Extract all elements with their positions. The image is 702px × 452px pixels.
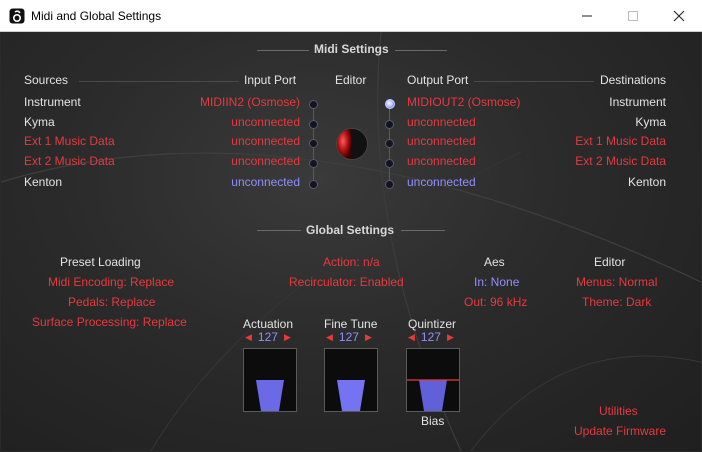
output-connector-3[interactable] [385,139,394,148]
output-port-kenton[interactable]: unconnected [407,175,476,189]
output-port-instrument[interactable]: MIDIOUT2 (Osmose) [407,95,520,109]
window-title: Midi and Global Settings [31,9,162,23]
output-connector-5[interactable] [385,180,394,189]
input-connector-4[interactable] [309,159,318,168]
input-connector-2[interactable] [309,120,318,129]
global-settings-heading: Global Settings [306,223,395,237]
quintizer-label: Quintizer [408,317,457,331]
output-port-kyma[interactable]: unconnected [407,115,476,129]
aes-title: Aes [484,255,505,269]
quintizer-stepper[interactable]: ◀ 127 ▶ [408,330,454,344]
update-firmware-link[interactable]: Update Firmware [574,424,666,438]
increment-icon[interactable]: ▶ [365,332,372,343]
input-port-kenton[interactable]: unconnected [231,175,300,189]
editor-title: Editor [594,255,626,269]
input-port-header: Input Port [244,73,297,87]
fine-tune-slider[interactable] [324,348,378,412]
divider [395,50,447,51]
output-connector-2[interactable] [385,120,394,129]
minimize-button[interactable] [564,0,610,31]
destination-kenton: Kenton [627,175,666,189]
input-port-ext2[interactable]: unconnected [231,154,300,168]
input-port-instrument[interactable]: MIDIIN2 (Osmose) [200,95,300,109]
output-port-ext1[interactable]: unconnected [407,134,476,148]
input-connector-3[interactable] [309,139,318,148]
divider [257,50,309,51]
theme-setting[interactable]: Theme: Dark [582,295,651,309]
destinations-header: Destinations [599,73,666,87]
input-connector-1[interactable] [309,100,318,109]
output-port-header: Output Port [407,73,469,87]
actuation-slider[interactable] [243,348,297,412]
actuation-label: Actuation [243,317,294,331]
preset-loading-title: Preset Loading [60,255,141,269]
aes-in-setting[interactable]: In: None [474,275,519,289]
destination-ext2: Ext 2 Music Data [575,154,666,168]
recirculator-setting[interactable]: Recirculator: Enabled [289,275,404,289]
source-instrument: Instrument [24,95,81,109]
divider [401,230,445,231]
fine-tune-value: 127 [338,330,359,344]
bias-label: Bias [421,414,445,428]
output-connector-4[interactable] [385,159,394,168]
output-connector-1[interactable] [385,99,395,109]
editor-header: Editor [335,73,367,87]
source-ext2: Ext 2 Music Data [24,154,115,168]
input-connector-5[interactable] [309,180,318,189]
close-icon [673,10,685,21]
midi-settings-heading: Midi Settings [314,42,389,56]
destination-instrument: Instrument [609,95,666,109]
app-icon [9,8,25,24]
menus-setting[interactable]: Menus: Normal [576,275,657,289]
source-kyma: Kyma [24,115,55,129]
output-port-ext2[interactable]: unconnected [407,154,476,168]
actuation-value: 127 [257,330,278,344]
utilities-link[interactable]: Utilities [599,404,638,418]
source-kenton: Kenton [24,175,63,189]
fine-tune-label: Fine Tune [324,317,378,331]
aes-out-setting[interactable]: Out: 96 kHz [464,295,527,309]
action-setting[interactable]: Action: n/a [323,255,380,269]
quintizer-value: 127 [420,330,441,344]
destination-ext1: Ext 1 Music Data [575,134,666,148]
minimize-icon [582,15,592,16]
midi-encoding-setting[interactable]: Midi Encoding: Replace [48,275,174,289]
decrement-icon[interactable]: ◀ [326,332,333,343]
maximize-icon [628,10,638,21]
divider [474,81,594,82]
input-port-kyma[interactable]: unconnected [231,115,300,129]
title-bar: Midi and Global Settings [0,0,702,32]
source-ext1: Ext 1 Music Data [24,134,115,148]
close-button[interactable] [656,0,702,31]
increment-icon[interactable]: ▶ [284,332,291,343]
slider-fill [256,380,284,411]
surface-processing-setting[interactable]: Surface Processing: Replace [32,315,187,329]
settings-panel: Midi Settings Sources Input Port Editor … [1,32,701,451]
pedals-setting[interactable]: Pedals: Replace [68,295,155,309]
divider [79,81,239,82]
input-port-ext1[interactable]: unconnected [231,134,300,148]
editor-connection-knob[interactable] [335,127,369,161]
divider [257,230,301,231]
destination-kyma: Kyma [635,115,666,129]
decrement-icon[interactable]: ◀ [408,332,415,343]
quintizer-slider[interactable] [406,348,460,412]
actuation-stepper[interactable]: ◀ 127 ▶ [245,330,291,344]
slider-fill [337,380,365,411]
slider-fill [407,379,459,411]
fine-tune-stepper[interactable]: ◀ 127 ▶ [326,330,372,344]
increment-icon[interactable]: ▶ [447,332,454,343]
sources-header: Sources [24,73,69,87]
maximize-button[interactable] [610,0,656,31]
decrement-icon[interactable]: ◀ [245,332,252,343]
